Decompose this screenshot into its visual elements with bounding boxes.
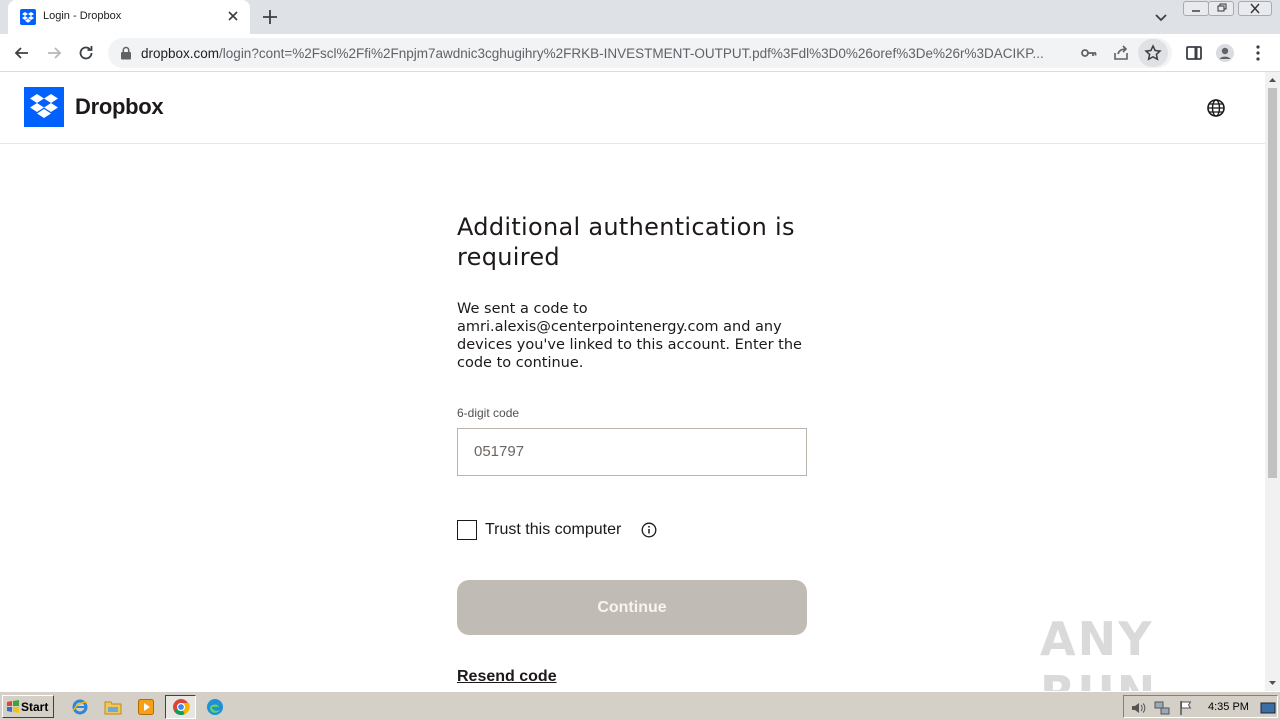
page-viewport: Dropbox Additional authentication is req… — [0, 72, 1265, 691]
taskbar: Start 4:35 PM — [0, 691, 1280, 720]
chrome-icon — [173, 699, 190, 716]
reload-icon[interactable] — [76, 43, 96, 63]
dropbox-logo-icon[interactable] — [24, 87, 64, 127]
lock-icon[interactable] — [120, 46, 132, 60]
windows-logo-icon — [7, 700, 19, 713]
window-minimize-button[interactable] — [1183, 1, 1209, 16]
show-desktop-icon[interactable] — [1260, 700, 1276, 716]
url-host: dropbox.com — [141, 46, 220, 61]
browser-toolbar: dropbox.com/login?cont=%2Fscl%2Ffi%2Fnpj… — [0, 34, 1280, 72]
close-tab-icon[interactable] — [224, 7, 242, 25]
auth-description: We sent a code to amri.alexis@centerpoin… — [457, 301, 802, 371]
start-label: Start — [21, 700, 49, 714]
file-explorer-icon[interactable] — [104, 698, 122, 716]
edge-icon[interactable] — [206, 698, 224, 716]
url-text: dropbox.com/login?cont=%2Fscl%2Ffi%2Fnpj… — [141, 46, 1076, 61]
scroll-down-icon[interactable] — [1268, 678, 1277, 688]
star-icon — [1144, 44, 1162, 61]
trust-computer-label[interactable]: Trust this computer — [485, 521, 621, 539]
key-icon[interactable] — [1080, 44, 1098, 62]
trust-computer-row: Trust this computer — [457, 519, 817, 541]
globe-icon[interactable] — [1206, 98, 1226, 118]
url-path: /login?cont=%2Fscl%2Ffi%2Fnpjm7awdnic3cg… — [219, 46, 1044, 61]
browser-tab[interactable]: Login - Dropbox — [8, 0, 250, 34]
new-tab-icon[interactable] — [260, 7, 280, 27]
window-restore-button[interactable] — [1208, 1, 1234, 16]
auth-form: Additional authentication is required We… — [457, 212, 817, 686]
volume-icon[interactable] — [1130, 700, 1146, 716]
window-close-button[interactable] — [1238, 1, 1272, 16]
site-header: Dropbox — [0, 72, 1265, 144]
resend-code-link[interactable]: Resend code — [457, 668, 557, 686]
back-arrow-icon[interactable] — [12, 43, 32, 63]
network-icon[interactable] — [1154, 700, 1170, 716]
scroll-thumb[interactable] — [1268, 88, 1277, 478]
system-tray: 4:35 PM — [1123, 695, 1278, 718]
info-icon[interactable] — [641, 522, 657, 538]
address-bar[interactable]: dropbox.com/login?cont=%2Fscl%2Ffi%2Fnpj… — [108, 38, 1172, 68]
action-center-flag-icon[interactable] — [1178, 700, 1194, 716]
watermark: ANY RUN — [1040, 612, 1155, 691]
tab-strip: Login - Dropbox — [0, 0, 1280, 34]
code-input[interactable]: 051797 — [457, 428, 807, 476]
share-icon[interactable] — [1112, 44, 1130, 62]
bookmark-button[interactable] — [1138, 39, 1168, 67]
brand-name[interactable]: Dropbox — [75, 94, 164, 120]
trust-computer-checkbox[interactable] — [457, 520, 477, 540]
forward-arrow-icon[interactable] — [44, 43, 64, 63]
code-field-label: 6-digit code — [457, 406, 520, 420]
chrome-taskbar-button[interactable] — [165, 695, 196, 719]
dropbox-favicon-icon — [20, 9, 36, 25]
page-title: Additional authentication is required — [457, 213, 795, 271]
page-scrollbar[interactable] — [1265, 72, 1280, 691]
clock: 4:35 PM — [1208, 701, 1249, 713]
profile-avatar-icon[interactable] — [1215, 43, 1235, 63]
start-button[interactable]: Start — [2, 695, 54, 718]
chevron-down-icon[interactable] — [1152, 8, 1170, 26]
tab-title: Login - Dropbox — [43, 10, 122, 22]
more-menu-icon[interactable] — [1248, 43, 1268, 63]
internet-explorer-icon[interactable] — [71, 698, 89, 716]
side-panel-icon[interactable] — [1184, 43, 1204, 63]
media-player-icon[interactable] — [137, 698, 155, 716]
continue-button[interactable]: Continue — [457, 580, 807, 635]
scroll-up-icon[interactable] — [1268, 75, 1277, 85]
